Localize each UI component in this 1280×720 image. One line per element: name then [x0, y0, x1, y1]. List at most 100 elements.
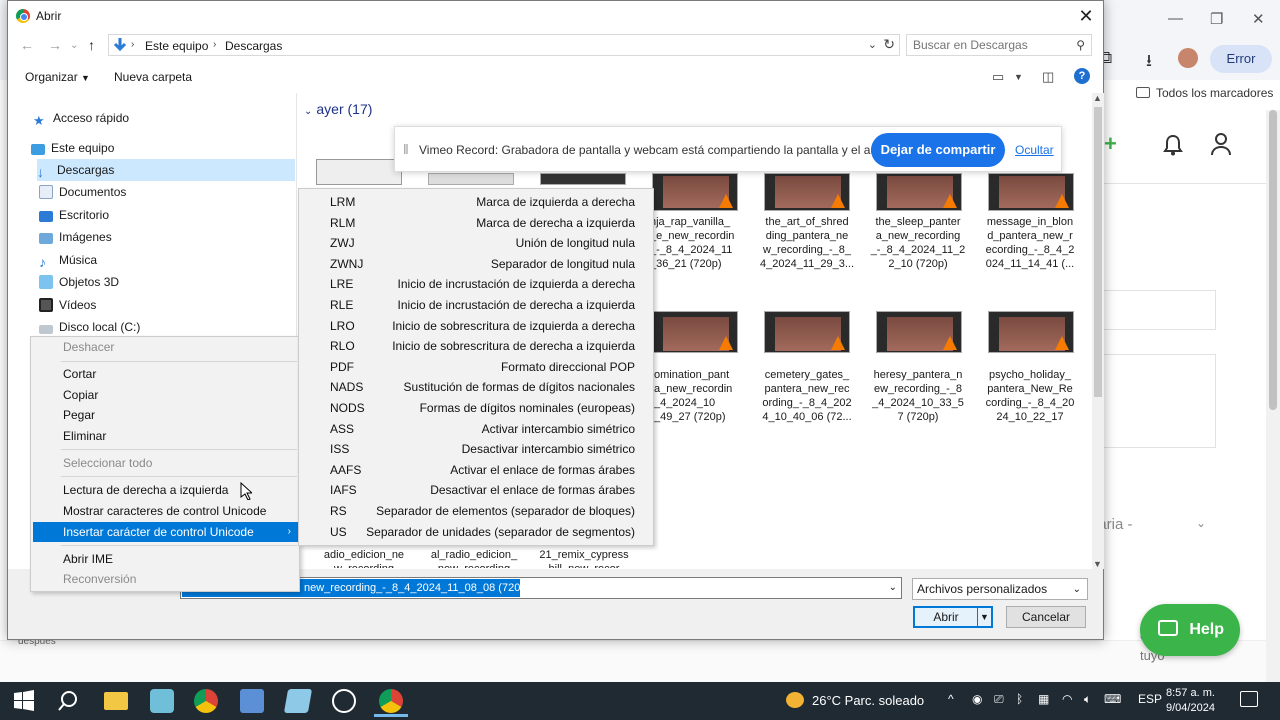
open-button[interactable]: Abrir ▼: [913, 606, 993, 628]
search-icon[interactable]: [56, 689, 80, 713]
stop-sharing-button[interactable]: Dejar de compartir: [871, 133, 1005, 167]
add-video-icon[interactable]: +: [1104, 133, 1124, 155]
file-explorer-icon[interactable]: [104, 692, 128, 710]
file-thumbnail[interactable]: [988, 173, 1074, 211]
sidebar-item-este-equipo[interactable]: Este equipo: [31, 137, 114, 159]
recent-chevron-icon[interactable]: ⌄: [70, 40, 78, 51]
unicode-item[interactable]: NODS Formas de dígitos nominales (europea…: [301, 397, 653, 418]
scroll-down-icon[interactable]: ▼: [1093, 559, 1102, 569]
notifications-icon[interactable]: [1240, 691, 1258, 707]
breadcrumb-este-equipo[interactable]: Este equipo: [145, 39, 208, 53]
file-thumbnail[interactable]: [988, 311, 1074, 353]
tray-app-icon[interactable]: ▦: [1038, 692, 1049, 706]
search-input[interactable]: [913, 38, 1073, 52]
tray-app-icon[interactable]: ⎚: [994, 692, 1004, 707]
menu-item-paste[interactable]: Pegar: [33, 405, 299, 425]
close-icon[interactable]: ✕: [1075, 5, 1097, 27]
unicode-item[interactable]: RS Separador de elementos (separador de b…: [301, 500, 653, 521]
preview-pane-icon[interactable]: ◫: [1042, 69, 1054, 85]
file-thumbnail[interactable]: [652, 173, 738, 211]
file-thumbnail[interactable]: [428, 173, 514, 185]
file-name[interactable]: al_radio_edicion_ new_recording: [424, 548, 524, 568]
hide-link[interactable]: Ocultar: [1015, 143, 1054, 157]
menu-item-rtl-reading[interactable]: Lectura de derecha a izquierda: [33, 480, 299, 500]
unicode-item[interactable]: ASS Activar intercambio simétrico: [301, 418, 653, 439]
unicode-item[interactable]: RLO Inicio de sobrescritura de derecha a …: [301, 335, 653, 356]
menu-item-select-all[interactable]: Seleccionar todo: [33, 453, 299, 473]
scroll-up-icon[interactable]: ▲: [1093, 93, 1102, 103]
unicode-item[interactable]: LRE Inicio de incrustación de izquierda a…: [301, 273, 653, 294]
file-name[interactable]: heresy_pantera_n ew_recording_-_8 _4_202…: [868, 368, 968, 424]
search-icon[interactable]: ⚲: [1076, 38, 1085, 52]
language-indicator[interactable]: ESP: [1138, 692, 1162, 706]
file-thumbnail[interactable]: [876, 311, 962, 353]
menu-item-reconversion[interactable]: Reconversión: [33, 569, 299, 589]
scrollbar-thumb[interactable]: [1094, 107, 1102, 397]
group-header-ayer[interactable]: ⌄ ayer (17): [304, 101, 372, 117]
file-list-scrollbar[interactable]: ▲ ▼: [1092, 93, 1104, 569]
volume-icon[interactable]: 🔈︎: [1084, 692, 1091, 707]
wifi-icon[interactable]: ◠: [1062, 692, 1072, 706]
chevron-down-icon[interactable]: ⌄: [868, 38, 877, 51]
avatar[interactable]: [1178, 48, 1198, 68]
file-name[interactable]: the_art_of_shred ding_pantera_ne w_recor…: [757, 215, 857, 271]
search-box[interactable]: ⚲: [906, 34, 1092, 56]
bell-icon[interactable]: [1162, 134, 1184, 156]
file-name[interactable]: psycho_holiday_ pantera_New_Re cording_-…: [980, 368, 1080, 424]
sidebar-item-acceso-rapido[interactable]: ★ Acceso rápido: [33, 107, 129, 129]
app-icon[interactable]: [240, 689, 264, 713]
unicode-item[interactable]: US Separador de unidades (separador de se…: [301, 521, 653, 542]
tray-app-icon[interactable]: ◉: [972, 692, 982, 706]
sidebar-item-descargas[interactable]: ↓ Descargas: [37, 159, 295, 181]
unicode-item[interactable]: PDF Formato direccional POP: [301, 356, 653, 377]
windows-start-icon[interactable]: [12, 689, 36, 713]
file-name[interactable]: nja_rap_vanilla_ _e_new_recordin _-_8_4_…: [650, 215, 740, 271]
media-player-icon[interactable]: [332, 689, 356, 713]
forward-icon[interactable]: →: [48, 37, 62, 53]
sidebar-item-objetos-3d[interactable]: Objetos 3D: [39, 271, 119, 293]
user-icon[interactable]: [1210, 132, 1232, 156]
file-name[interactable]: adio_edicion_ne w_recording: [314, 548, 414, 568]
refresh-icon[interactable]: ↻: [883, 36, 895, 53]
caret-down-icon[interactable]: ▼: [977, 608, 991, 626]
file-name[interactable]: message_in_blon d_pantera_new_r ecording…: [980, 215, 1080, 271]
file-name[interactable]: 21_remix_cypress hill_new_recor: [534, 548, 634, 568]
file-name[interactable]: cemetery_gates_ pantera_new_rec ording_-…: [757, 368, 857, 424]
sidebar-item-musica[interactable]: ♪ Música: [39, 249, 97, 271]
drag-handle-icon[interactable]: ‖: [403, 141, 409, 157]
file-thumbnail[interactable]: [764, 311, 850, 353]
bluetooth-icon[interactable]: ᛒ: [1016, 692, 1023, 706]
menu-item-undo[interactable]: Deshacer: [33, 337, 299, 357]
filetype-select[interactable]: Archivos personalizados ⌄: [912, 578, 1088, 600]
restore-icon[interactable]: ❐: [1210, 10, 1223, 28]
menu-item-insert-unicode[interactable]: Insertar carácter de control Unicode ›: [33, 522, 299, 542]
download-icon[interactable]: ⭳: [1146, 48, 1152, 77]
menu-item-open-ime[interactable]: Abrir IME: [33, 549, 299, 569]
sidebar-item-escritorio[interactable]: Escritorio: [39, 204, 109, 226]
unicode-item[interactable]: ISS Desactivar intercambio simétrico: [301, 438, 653, 459]
scrollbar-thumb[interactable]: [1269, 110, 1277, 410]
menu-item-delete[interactable]: Eliminar: [33, 426, 299, 446]
help-button[interactable]: Help: [1140, 604, 1240, 656]
unicode-item[interactable]: ZWNJ Separador de longitud nula: [301, 253, 653, 274]
unicode-item[interactable]: NADS Sustitución de formas de dígitos nac…: [301, 376, 653, 397]
chevron-down-icon[interactable]: ⌄: [889, 582, 897, 593]
unicode-item[interactable]: ZWJ Unión de longitud nula: [301, 232, 653, 253]
clock[interactable]: 8:57 a. m. 9/04/2024: [1166, 686, 1215, 716]
menu-item-copy[interactable]: Copiar: [33, 385, 299, 405]
tray-chevron-icon[interactable]: ^: [948, 692, 954, 706]
unicode-item[interactable]: IAFS Desactivar el enlace de formas árabe…: [301, 479, 653, 500]
select-field[interactable]: daria - ⌄: [1090, 500, 1216, 550]
app-icon[interactable]: [283, 689, 313, 713]
error-button[interactable]: Error: [1210, 45, 1272, 73]
menu-item-cut[interactable]: Cortar: [33, 364, 299, 384]
app-icon[interactable]: [150, 689, 174, 713]
file-thumbnail[interactable]: [316, 159, 402, 185]
file-name[interactable]: the_sleep_panter a_new_recording _-_8_4_…: [868, 215, 968, 271]
caret-down-icon[interactable]: ▼: [1014, 72, 1023, 82]
unicode-item[interactable]: LRO Inicio de sobrescritura de izquierda …: [301, 315, 653, 336]
unicode-item[interactable]: AAFS Activar el enlace de formas árabes: [301, 459, 653, 480]
help-icon[interactable]: ?: [1074, 68, 1090, 84]
all-bookmarks-link[interactable]: Todos los marcadores: [1136, 86, 1273, 100]
sidebar-item-imagenes[interactable]: Imágenes: [39, 226, 112, 248]
